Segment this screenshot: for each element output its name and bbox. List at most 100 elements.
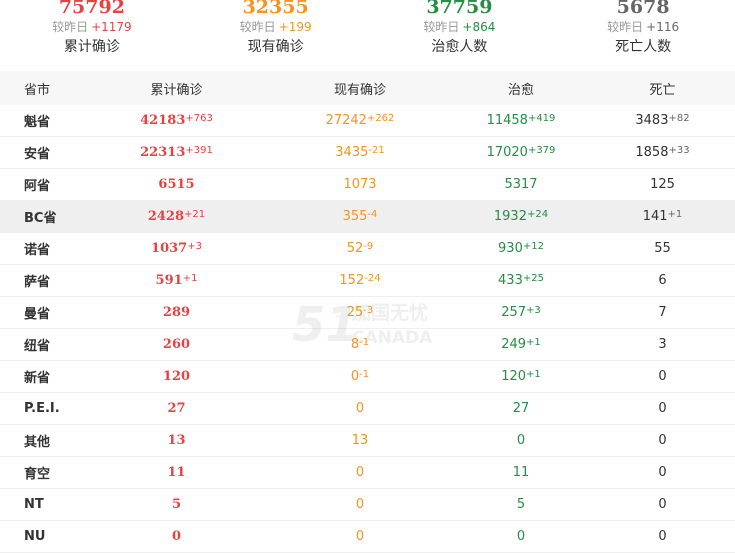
cured-cell: 17020+379: [452, 136, 590, 169]
summary-total-value: 75792: [58, 0, 125, 18]
current-value: 0: [355, 465, 365, 480]
province-cell: NT: [0, 488, 85, 521]
table-row[interactable]: 育空 11 0 11 0: [0, 456, 735, 489]
dead-value: 3: [658, 337, 667, 352]
dead-value: 0: [658, 529, 667, 544]
province-value: 育空: [24, 467, 51, 482]
dead-cell: 3: [590, 328, 735, 361]
current-delta: -4: [367, 209, 378, 220]
province-value: 诺省: [24, 243, 51, 258]
summary-total-card: 75792 较昨日 +1179 累计确诊: [0, 0, 184, 66]
dead-value: 0: [658, 465, 667, 480]
dead-cell: 55: [590, 232, 735, 265]
current-value: 0: [355, 401, 365, 416]
table-row[interactable]: 纽省 260 8-1 249+1 3: [0, 328, 735, 361]
table-row[interactable]: NT 5 0 5 0: [0, 488, 735, 521]
table-row[interactable]: 魁省 42183+763 27242+262 11458+419 3483+82: [0, 105, 735, 137]
cured-value: 0: [516, 529, 526, 544]
total-cell: 260: [85, 328, 268, 361]
cured-value: 5317: [504, 177, 538, 192]
current-cell: 0: [268, 456, 452, 489]
current-value: 355: [342, 209, 368, 224]
dead-cell: 7: [590, 296, 735, 329]
cured-delta: +1: [526, 369, 541, 380]
province-cell: BC省: [0, 200, 85, 233]
cured-cell: 1932+24: [452, 200, 590, 233]
total-cell: 6515: [85, 168, 268, 201]
cured-value: 433: [498, 273, 523, 288]
summary-current-diff: 较昨日 +199: [184, 18, 368, 36]
cured-cell: 257+3: [452, 296, 590, 329]
summary-total-diff: 较昨日 +1179: [0, 18, 184, 36]
cured-value: 27: [512, 401, 530, 416]
total-value: 120: [162, 369, 191, 384]
cured-value: 0: [516, 433, 526, 448]
summary-cured-diff-label: 较昨日: [423, 20, 460, 34]
table-row[interactable]: 萨省 591+1 152-24 433+25 6: [0, 264, 735, 297]
total-value: 591: [155, 273, 183, 288]
cured-cell: 249+1: [452, 328, 590, 361]
total-cell: 42183+763: [85, 105, 268, 137]
dead-cell: 0: [590, 456, 735, 489]
total-cell: 5: [85, 488, 268, 521]
table-row[interactable]: 阿省 6515 1073 5317 125: [0, 168, 735, 201]
current-cell: 8-1: [268, 328, 452, 361]
current-value: 13: [351, 433, 369, 448]
summary-current-label: 现有确诊: [247, 39, 304, 55]
current-cell: 3435-21: [268, 136, 452, 169]
total-cell: 0: [85, 520, 268, 553]
total-value: 260: [162, 337, 191, 352]
cured-value: 257: [501, 305, 527, 320]
summary-total-diff-value: +1179: [91, 20, 132, 34]
table-row[interactable]: NU 0 0 0 0: [0, 520, 735, 553]
cured-delta: +12: [522, 241, 544, 252]
dead-cell: 0: [590, 360, 735, 393]
table-row[interactable]: 诺省 1037+3 52-9 930+12 55: [0, 232, 735, 265]
summary-cured-diff: 较昨日 +864: [368, 18, 552, 36]
current-cell: 355-4: [268, 200, 452, 233]
cured-value: 11: [512, 465, 530, 480]
current-value: 0: [350, 369, 360, 384]
current-value: 0: [355, 529, 365, 544]
cured-cell: 930+12: [452, 232, 590, 265]
province-value: 阿省: [24, 179, 51, 194]
dead-cell: 1858+33: [590, 136, 735, 169]
total-delta: +391: [185, 145, 213, 156]
current-cell: 25-3: [268, 296, 452, 329]
dead-cell: 0: [590, 424, 735, 457]
province-value: NT: [24, 497, 44, 512]
summary-dead-diff-label: 较昨日: [607, 20, 644, 34]
summary-dead-card: 5678 较昨日 +116 死亡人数: [551, 0, 735, 66]
summary-total-diff-label: 较昨日: [52, 20, 89, 34]
cured-cell: 11: [452, 456, 590, 489]
current-delta: -24: [364, 273, 381, 284]
table-row[interactable]: 曼省 289 25-3 257+3 7: [0, 296, 735, 329]
table-row[interactable]: BC省 2428+21 355-4 1932+24 141+1: [0, 200, 735, 233]
summary-bar: 75792 较昨日 +1179 累计确诊 32355 较昨日 +199 现有确诊 3…: [0, 0, 735, 66]
current-cell: 1073: [268, 168, 452, 201]
total-cell: 2428+21: [85, 200, 268, 233]
province-cell: 曼省: [0, 296, 85, 329]
total-value: 6515: [158, 177, 195, 192]
dead-cell: 125: [590, 168, 735, 201]
total-delta: +763: [185, 113, 213, 124]
province-value: 魁省: [24, 115, 51, 130]
table-row[interactable]: 其他 13 13 0 0: [0, 424, 735, 457]
province-value: 曼省: [24, 307, 51, 322]
cured-cell: 5317: [452, 168, 590, 201]
total-cell: 11: [85, 456, 268, 489]
table-row[interactable]: P.E.I. 27 0 27 0: [0, 392, 735, 425]
province-value: NU: [24, 529, 46, 544]
table-row[interactable]: 安省 22313+391 3435-21 17020+379 1858+33: [0, 136, 735, 169]
cured-delta: +379: [527, 145, 556, 156]
total-value: 1037: [151, 241, 188, 256]
current-delta: -3: [363, 305, 374, 316]
total-value: 22313: [140, 145, 186, 160]
table-row[interactable]: 新省 120 0-1 120+1 0: [0, 360, 735, 393]
total-cell: 120: [85, 360, 268, 393]
province-value: P.E.I.: [24, 401, 60, 416]
province-cell: 纽省: [0, 328, 85, 361]
current-cell: 0: [268, 488, 452, 521]
current-value: 1073: [343, 177, 377, 192]
header-total: 累计确诊: [85, 71, 268, 105]
